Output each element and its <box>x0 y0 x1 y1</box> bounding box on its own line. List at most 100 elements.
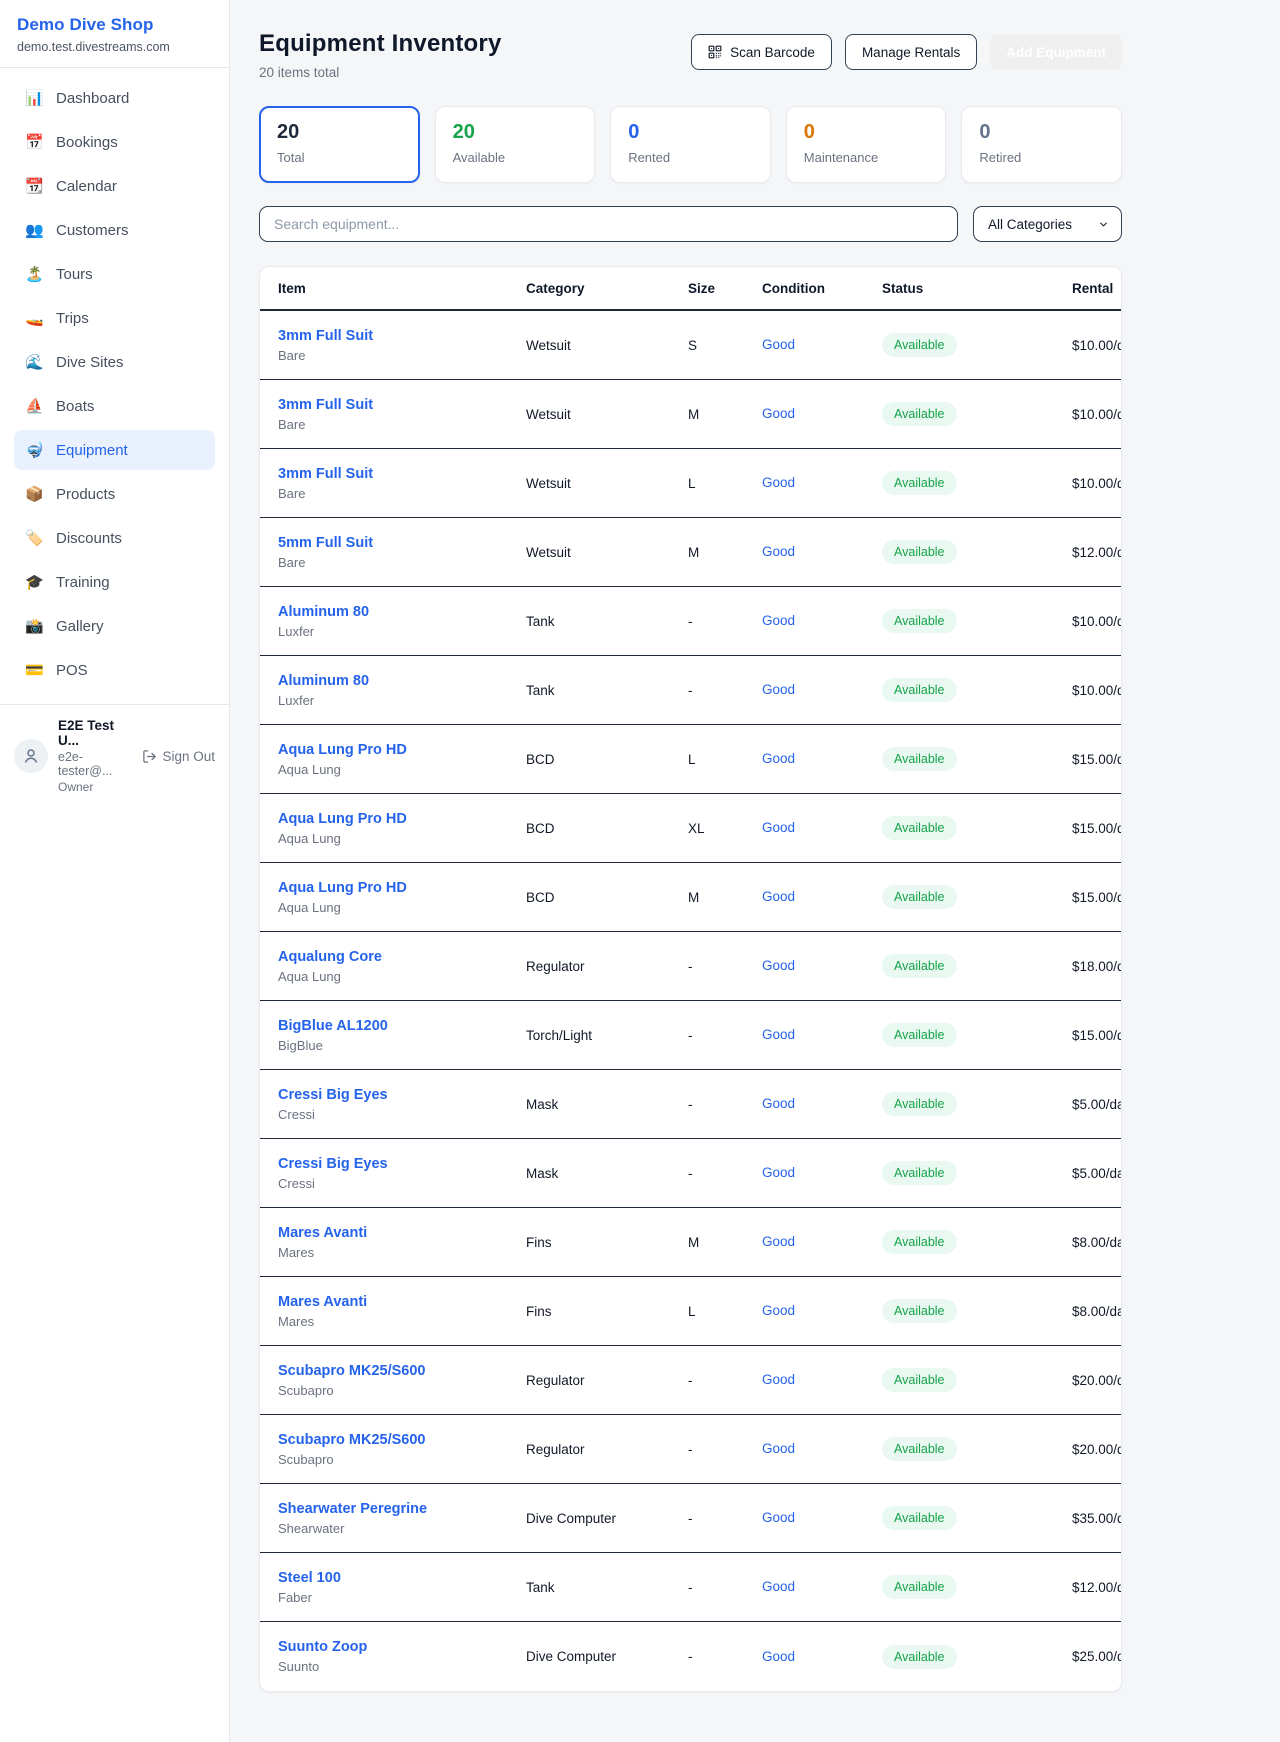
sidebar-item-gallery[interactable]: 📸 Gallery <box>14 606 215 646</box>
sign-out-icon <box>142 749 157 764</box>
condition-cell: Good <box>762 1371 882 1389</box>
add-equipment-button[interactable]: Add Equipment <box>990 34 1122 70</box>
item-name-link[interactable]: Aluminum 80 <box>278 604 526 620</box>
item-name-link[interactable]: Steel 100 <box>278 1570 526 1586</box>
condition-link[interactable]: Good <box>762 1649 795 1664</box>
condition-link[interactable]: Good <box>762 1234 795 1249</box>
sidebar-item-equipment[interactable]: 🤿 Equipment <box>14 430 215 470</box>
condition-link[interactable]: Good <box>762 544 795 559</box>
item-name-link[interactable]: 3mm Full Suit <box>278 397 526 413</box>
sidebar-item-pos[interactable]: 💳 POS <box>14 650 215 690</box>
condition-link[interactable]: Good <box>762 1441 795 1456</box>
table-row-3mm Full Suit: 3mm Full Suit Bare Wetsuit S Good Availa… <box>260 311 1121 380</box>
sign-out-button[interactable]: Sign Out <box>142 749 215 764</box>
item-name-link[interactable]: 3mm Full Suit <box>278 466 526 482</box>
rental-cell: $15.00/day <box>1072 890 1122 905</box>
item-name-link[interactable]: Aqua Lung Pro HD <box>278 811 526 827</box>
sidebar-item-training[interactable]: 🎓 Training <box>14 562 215 602</box>
sidebar-item-products[interactable]: 📦 Products <box>14 474 215 514</box>
category-cell: Wetsuit <box>526 407 688 422</box>
condition-link[interactable]: Good <box>762 613 795 628</box>
condition-link[interactable]: Good <box>762 1579 795 1594</box>
sidebar-item-tours[interactable]: 🏝️ Tours <box>14 254 215 294</box>
table-row-Mares Avanti: Mares Avanti Mares Fins L Good Available… <box>260 1277 1121 1346</box>
item-name-link[interactable]: Mares Avanti <box>278 1294 526 1310</box>
stat-label: Retired <box>979 150 1104 165</box>
condition-link[interactable]: Good <box>762 1303 795 1318</box>
item-name-link[interactable]: Aqua Lung Pro HD <box>278 880 526 896</box>
sidebar-item-bookings[interactable]: 📅 Bookings <box>14 122 215 162</box>
stat-value: 20 <box>453 120 578 144</box>
status-cell: Available <box>882 540 1072 564</box>
item-name-link[interactable]: 3mm Full Suit <box>278 328 526 344</box>
condition-link[interactable]: Good <box>762 475 795 490</box>
sidebar-item-boats[interactable]: ⛵ Boats <box>14 386 215 426</box>
condition-link[interactable]: Good <box>762 1027 795 1042</box>
scan-barcode-label: Scan Barcode <box>730 45 815 60</box>
stat-card[interactable]: 20 Available <box>435 106 596 183</box>
sidebar-item-trips[interactable]: 🚤 Trips <box>14 298 215 338</box>
stat-card[interactable]: 0 Rented <box>610 106 771 183</box>
status-cell: Available <box>882 885 1072 909</box>
sidebar-item-discounts[interactable]: 🏷️ Discounts <box>14 518 215 558</box>
item-name-link[interactable]: Aluminum 80 <box>278 673 526 689</box>
status-badge: Available <box>882 1092 957 1116</box>
category-cell: Wetsuit <box>526 545 688 560</box>
item-name-link[interactable]: Shearwater Peregrine <box>278 1501 526 1517</box>
condition-link[interactable]: Good <box>762 1165 795 1180</box>
item-name-link[interactable]: Mares Avanti <box>278 1225 526 1241</box>
condition-link[interactable]: Good <box>762 958 795 973</box>
condition-link[interactable]: Good <box>762 820 795 835</box>
item-name-link[interactable]: Cressi Big Eyes <box>278 1156 526 1172</box>
condition-link[interactable]: Good <box>762 751 795 766</box>
condition-link[interactable]: Good <box>762 1510 795 1525</box>
stat-card[interactable]: 0 Retired <box>961 106 1122 183</box>
sidebar-item-dashboard[interactable]: 📊 Dashboard <box>14 78 215 118</box>
condition-cell: Good <box>762 543 882 561</box>
category-cell: Regulator <box>526 959 688 974</box>
stat-card[interactable]: 0 Maintenance <box>786 106 947 183</box>
stat-card[interactable]: 20 Total <box>259 106 420 183</box>
condition-link[interactable]: Good <box>762 1372 795 1387</box>
category-cell: Dive Computer <box>526 1649 688 1664</box>
size-cell: - <box>688 959 762 974</box>
manage-rentals-button[interactable]: Manage Rentals <box>845 34 977 70</box>
item-cell: Aqua Lung Pro HD Aqua Lung <box>278 742 526 777</box>
item-name-link[interactable]: Aqua Lung Pro HD <box>278 742 526 758</box>
item-name-link[interactable]: Scubapro MK25/S600 <box>278 1363 526 1379</box>
item-name-link[interactable]: Aqualung Core <box>278 949 526 965</box>
item-name-link[interactable]: Scubapro MK25/S600 <box>278 1432 526 1448</box>
nav-icon: 📊 <box>25 89 43 107</box>
table-row-Shearwater Peregrine: Shearwater Peregrine Shearwater Dive Com… <box>260 1484 1121 1553</box>
condition-link[interactable]: Good <box>762 1096 795 1111</box>
condition-link[interactable]: Good <box>762 337 795 352</box>
sidebar-item-customers[interactable]: 👥 Customers <box>14 210 215 250</box>
condition-link[interactable]: Good <box>762 682 795 697</box>
item-name-link[interactable]: BigBlue AL1200 <box>278 1018 526 1034</box>
brand-title[interactable]: Demo Dive Shop <box>17 15 212 35</box>
sidebar-item-dive-sites[interactable]: 🌊 Dive Sites <box>14 342 215 382</box>
condition-link[interactable]: Good <box>762 889 795 904</box>
item-name-link[interactable]: Cressi Big Eyes <box>278 1087 526 1103</box>
status-cell: Available <box>882 678 1072 702</box>
item-brand: Aqua Lung <box>278 762 526 777</box>
table-row-Mares Avanti: Mares Avanti Mares Fins M Good Available… <box>260 1208 1121 1277</box>
scan-barcode-button[interactable]: Scan Barcode <box>691 34 832 70</box>
search-input[interactable] <box>259 206 958 242</box>
category-filter-select[interactable]: All Categories <box>973 206 1122 242</box>
sidebar-item-calendar[interactable]: 📆 Calendar <box>14 166 215 206</box>
user-email: e2e-tester@... <box>58 750 132 778</box>
filter-row: All Categories <box>259 206 1122 242</box>
rental-cell: $18.00/day <box>1072 959 1122 974</box>
condition-link[interactable]: Good <box>762 406 795 421</box>
item-name-link[interactable]: Suunto Zoop <box>278 1639 526 1655</box>
size-cell: - <box>688 1649 762 1664</box>
stat-value: 20 <box>277 120 402 144</box>
stat-label: Available <box>453 150 578 165</box>
rental-cell: $25.00/day <box>1072 1649 1122 1664</box>
item-brand: Aqua Lung <box>278 831 526 846</box>
status-badge: Available <box>882 609 957 633</box>
table-row-5mm Full Suit: 5mm Full Suit Bare Wetsuit M Good Availa… <box>260 518 1121 587</box>
item-name-link[interactable]: 5mm Full Suit <box>278 535 526 551</box>
rental-cell: $5.00/day <box>1072 1166 1122 1181</box>
